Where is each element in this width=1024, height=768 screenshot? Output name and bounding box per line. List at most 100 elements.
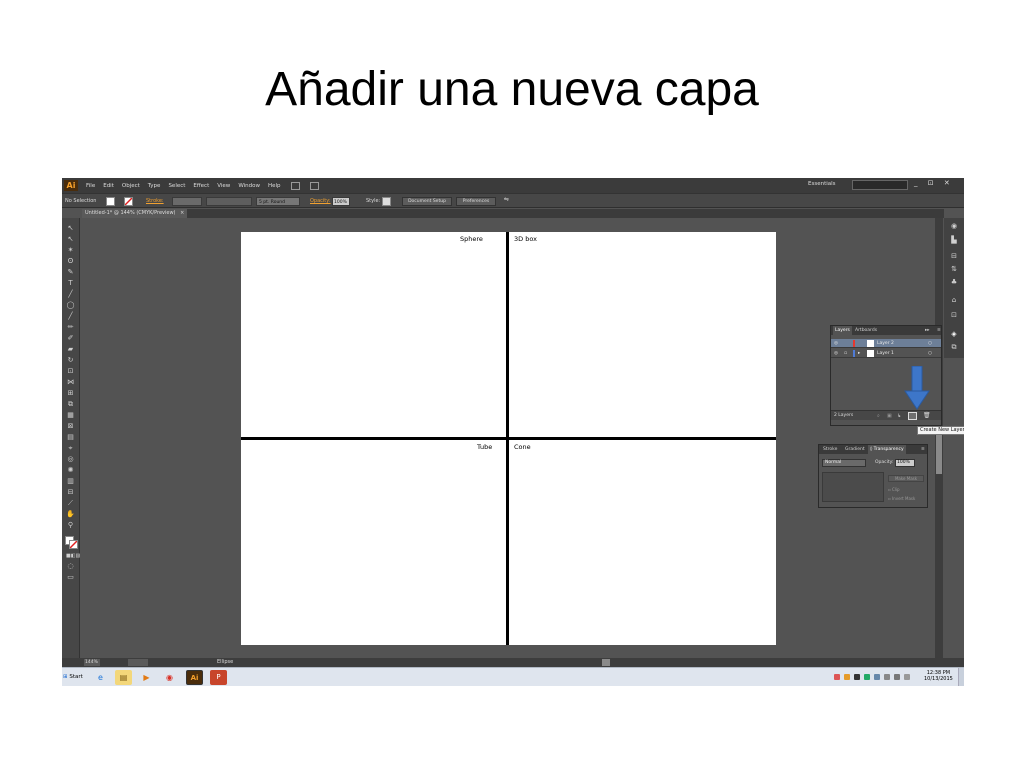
brushes-icon[interactable]: ⌂ bbox=[949, 296, 959, 305]
width-tool-icon[interactable]: ⋈ bbox=[66, 378, 75, 386]
clip-checkbox[interactable]: ▫ Clip bbox=[888, 487, 900, 492]
start-button[interactable]: ⊞ Start bbox=[63, 670, 85, 684]
search-input[interactable] bbox=[852, 180, 908, 190]
arrange-icon[interactable]: ⇋ bbox=[504, 196, 509, 203]
preferences-button[interactable]: Preferences bbox=[456, 197, 496, 206]
document-tab[interactable]: Untitled-1* @ 144% (CMYK/Preview) × bbox=[82, 209, 187, 218]
tray-icon-3[interactable] bbox=[854, 674, 860, 680]
locate-object-icon[interactable]: ⌕ bbox=[877, 411, 880, 421]
paintbrush-tool-icon[interactable]: ╱ bbox=[66, 312, 75, 320]
stroke-label[interactable]: Stroke: bbox=[146, 198, 164, 204]
rotate-tool-icon[interactable]: ↻ bbox=[66, 356, 75, 364]
internet-explorer-icon[interactable]: e bbox=[92, 670, 109, 685]
collapse-icon[interactable]: ▸▸ bbox=[923, 326, 932, 335]
layers-icon[interactable]: ◈ bbox=[949, 330, 959, 339]
shape-builder-tool-icon[interactable]: ⧉ bbox=[66, 400, 75, 408]
gradient-tool-icon[interactable]: ▤ bbox=[66, 433, 75, 441]
vertical-scrollbar[interactable] bbox=[935, 218, 943, 658]
volume-icon[interactable] bbox=[904, 674, 910, 680]
target-icon[interactable]: ○ bbox=[928, 339, 932, 348]
menu-help[interactable]: Help bbox=[268, 183, 281, 189]
horizontal-scroll-thumb[interactable] bbox=[602, 659, 610, 666]
layer-row-layer-1[interactable]: ◎ ▫ ▸ Layer 1 ○ bbox=[831, 349, 941, 358]
stroke-swatch[interactable] bbox=[124, 197, 133, 206]
illustrator-taskbar-icon[interactable]: Ai bbox=[186, 670, 203, 685]
create-new-layer-button[interactable] bbox=[908, 412, 917, 420]
tab-transparency[interactable]: ◊ Transparency bbox=[868, 445, 906, 454]
tab-layers[interactable]: Layers bbox=[833, 326, 852, 335]
tray-icon-2[interactable] bbox=[844, 674, 850, 680]
align-icon[interactable]: ⊟ bbox=[949, 252, 959, 261]
selection-tool-icon[interactable]: ↖ bbox=[66, 224, 75, 232]
hand-tool-icon[interactable]: ✋ bbox=[66, 510, 75, 518]
tray-icon-5[interactable] bbox=[874, 674, 880, 680]
scale-tool-icon[interactable]: ⊡ bbox=[66, 367, 75, 375]
drawing-mode-icon[interactable]: ◌ bbox=[66, 562, 75, 570]
pen-tool-icon[interactable]: ✎ bbox=[66, 268, 75, 276]
fill-swatch[interactable] bbox=[106, 197, 115, 206]
arrange-documents-icon[interactable] bbox=[309, 181, 319, 190]
column-graph-tool-icon[interactable]: ▥ bbox=[66, 477, 75, 485]
invert-mask-checkbox[interactable]: ▫ Invert Mask bbox=[888, 496, 915, 501]
expand-arrow-icon[interactable]: ▸ bbox=[858, 349, 860, 358]
menu-type[interactable]: Type bbox=[148, 183, 161, 189]
artboard[interactable]: Sphere 3D box Tube Cone bbox=[241, 232, 776, 645]
file-explorer-icon[interactable]: ▤ bbox=[115, 670, 132, 685]
menu-select[interactable]: Select bbox=[168, 183, 185, 189]
eyedropper-tool-icon[interactable]: ⌖ bbox=[66, 444, 75, 452]
visibility-eye-icon[interactable]: ◎ bbox=[834, 349, 838, 358]
tab-gradient[interactable]: Gradient bbox=[843, 445, 867, 454]
mesh-tool-icon[interactable]: ⊠ bbox=[66, 422, 75, 430]
bridge-icon[interactable] bbox=[290, 181, 300, 190]
symbol-sprayer-tool-icon[interactable]: ✺ bbox=[66, 466, 75, 474]
menu-window[interactable]: Window bbox=[238, 183, 260, 189]
delete-layer-icon[interactable]: 🗑 bbox=[923, 411, 931, 421]
opacity-field[interactable]: 100% bbox=[895, 459, 915, 467]
document-setup-button[interactable]: Document Setup bbox=[402, 197, 452, 206]
artboard-navigation[interactable] bbox=[128, 659, 148, 666]
graphic-styles-icon[interactable]: ▙ bbox=[949, 236, 959, 245]
menu-file[interactable]: File bbox=[86, 183, 95, 189]
type-tool-icon[interactable]: T bbox=[66, 279, 75, 287]
blob-brush-tool-icon[interactable]: ✐ bbox=[66, 334, 75, 342]
ellipse-tool-icon[interactable]: ◯ bbox=[66, 301, 75, 309]
opacity-label[interactable]: Opacity: bbox=[310, 198, 331, 204]
blend-mode-select[interactable]: Normal bbox=[822, 459, 866, 467]
chrome-icon[interactable]: ◉ bbox=[161, 670, 178, 685]
window-controls[interactable]: _ ⊡ ✕ bbox=[914, 179, 954, 187]
blend-tool-icon[interactable]: ◎ bbox=[66, 455, 75, 463]
network-icon[interactable] bbox=[894, 674, 900, 680]
lock-icon[interactable]: ▫ bbox=[844, 349, 847, 358]
transform-icon[interactable]: ⇅ bbox=[949, 265, 959, 274]
workspace-switcher[interactable]: Essentials bbox=[808, 181, 836, 187]
zoom-tool-icon[interactable]: ⚲ bbox=[66, 521, 75, 529]
create-new-sublayer-icon[interactable]: ↳ bbox=[897, 411, 901, 421]
show-desktop-button[interactable] bbox=[958, 668, 964, 686]
free-transform-tool-icon[interactable]: ⊞ bbox=[66, 389, 75, 397]
artboard-tool-icon[interactable]: ⊟ bbox=[66, 488, 75, 496]
symbols-icon[interactable]: ♣ bbox=[949, 278, 959, 287]
brush-definition[interactable]: 5 pt. Round bbox=[256, 197, 300, 206]
taskbar-clock[interactable]: 12:38 PM 10/13/2015 bbox=[924, 670, 953, 682]
menu-edit[interactable]: Edit bbox=[103, 183, 114, 189]
tray-icon-4[interactable] bbox=[864, 674, 870, 680]
visibility-eye-icon[interactable]: ◎ bbox=[834, 339, 838, 348]
vertical-scroll-thumb[interactable] bbox=[936, 432, 942, 474]
panel-menu-icon[interactable]: ≡ bbox=[935, 326, 943, 335]
menu-object[interactable]: Object bbox=[122, 183, 140, 189]
eraser-tool-icon[interactable]: ▰ bbox=[66, 345, 75, 353]
style-swatch[interactable] bbox=[382, 197, 391, 206]
slice-tool-icon[interactable]: ⟋ bbox=[66, 499, 75, 507]
line-tool-icon[interactable]: ╱ bbox=[66, 290, 75, 298]
appearance-icon[interactable]: ◉ bbox=[949, 222, 959, 231]
powerpoint-icon[interactable]: P bbox=[210, 670, 227, 685]
zoom-level-field[interactable]: 144% bbox=[84, 659, 100, 666]
perspective-grid-tool-icon[interactable]: ▦ bbox=[66, 411, 75, 419]
menu-view[interactable]: View bbox=[217, 183, 230, 189]
make-clipping-mask-icon[interactable]: ▣ bbox=[887, 411, 892, 421]
target-icon[interactable]: ○ bbox=[928, 349, 932, 358]
tab-stroke[interactable]: Stroke bbox=[821, 445, 839, 454]
swatches-icon[interactable]: ⊡ bbox=[949, 311, 959, 320]
variable-width-profile[interactable] bbox=[206, 197, 252, 206]
magic-wand-tool-icon[interactable]: ✶ bbox=[66, 246, 75, 254]
